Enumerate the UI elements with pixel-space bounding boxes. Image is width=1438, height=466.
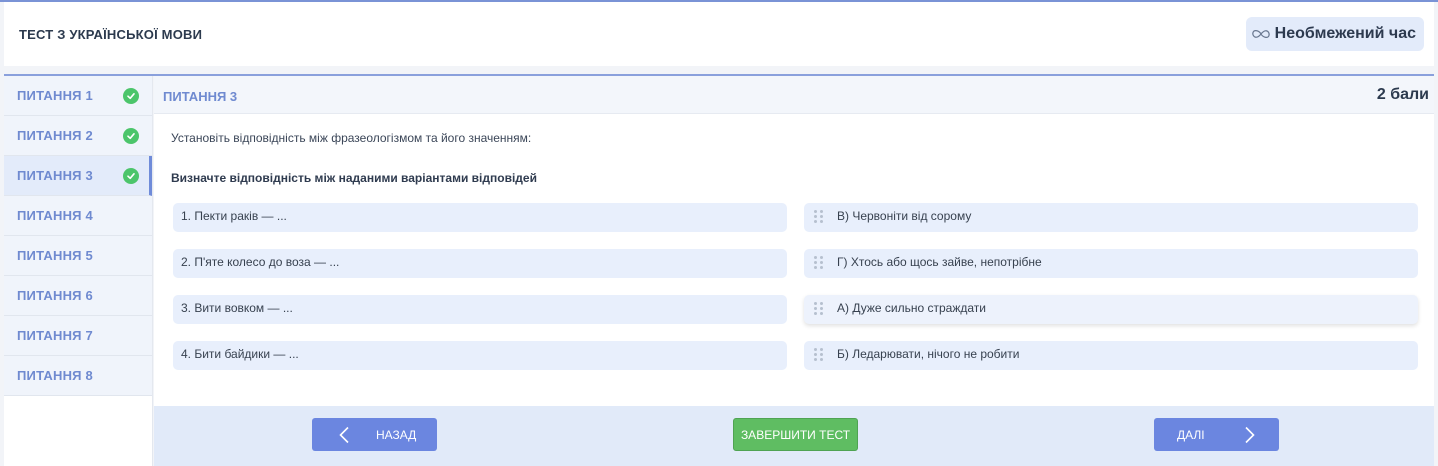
finish-button-label: ЗАВЕРШИТИ ТЕСТ: [740, 427, 851, 442]
question-footer: НАЗАД ЗАВЕРШИТИ ТЕСТ ДАЛІ: [154, 406, 1434, 466]
next-button[interactable]: ДАЛІ: [1154, 418, 1279, 451]
question-instruction: Установіть відповідність між фразеологіз…: [171, 131, 532, 145]
nav-question-label: ПИТАННЯ 7: [17, 328, 93, 343]
question-nav: ПИТАННЯ 1 ПИТАННЯ 2 ПИТАННЯ 3 ПИТАННЯ 4 …: [4, 76, 153, 466]
question-header: ПИТАННЯ 3 2 бали: [154, 76, 1434, 114]
check-icon: [123, 87, 139, 104]
nav-question-label: ПИТАННЯ 2: [17, 128, 93, 143]
back-button-label: НАЗАД: [376, 427, 417, 442]
match-answer-draggable[interactable]: Б) Ледарювати, нічого не робити: [804, 341, 1418, 370]
match-left-item: 2. П'яте колесо до воза — ...: [173, 249, 787, 278]
back-button[interactable]: НАЗАД: [312, 418, 437, 451]
match-answer-text: В) Червоніти від сорому: [837, 209, 972, 223]
timer-badge: Необмежений час: [1245, 17, 1424, 51]
question-prompt: Визначте відповідність між наданими варі…: [171, 171, 537, 185]
drag-handle-icon[interactable]: [814, 210, 824, 225]
match-answer-draggable[interactable]: А) Дуже сильно страждати: [804, 295, 1418, 324]
nav-question-7[interactable]: ПИТАННЯ 7: [4, 316, 152, 356]
nav-question-label: ПИТАННЯ 6: [17, 288, 93, 303]
test-title: ТЕСТ З УКРАЇНСЬКОЇ МОВИ: [19, 27, 203, 42]
chevron-left-icon: [339, 426, 349, 443]
check-icon: [123, 167, 139, 184]
nav-question-4[interactable]: ПИТАННЯ 4: [4, 196, 152, 236]
nav-question-6[interactable]: ПИТАННЯ 6: [4, 276, 152, 316]
nav-question-label: ПИТАННЯ 3: [17, 168, 93, 183]
nav-question-1[interactable]: ПИТАННЯ 1: [4, 76, 152, 116]
drag-handle-icon[interactable]: [814, 302, 824, 317]
match-answer-draggable[interactable]: Г) Хтось або щось зайве, непотрібне: [804, 249, 1418, 278]
drag-handle-icon[interactable]: [814, 256, 824, 271]
nav-question-label: ПИТАННЯ 8: [17, 368, 93, 383]
match-answer-text: А) Дуже сильно страждати: [837, 301, 986, 315]
question-title: ПИТАННЯ 3: [163, 89, 238, 104]
next-button-label: ДАЛІ: [1177, 427, 1205, 442]
match-answer-draggable[interactable]: В) Червоніти від сорому: [804, 203, 1418, 232]
question-points: 2 бали: [1376, 86, 1429, 103]
check-icon: [123, 127, 139, 144]
nav-question-label: ПИТАННЯ 5: [17, 248, 93, 263]
match-answer-text: Г) Хтось або щось зайве, непотрібне: [837, 255, 1042, 269]
match-answer-text: Б) Ледарювати, нічого не робити: [837, 347, 1020, 361]
question-panel: ПИТАННЯ 3 2 бали Установіть відповідніст…: [154, 76, 1434, 406]
match-left-item: 1. Пекти раків — ...: [173, 203, 787, 232]
match-left-item: 4. Бити байдики — ...: [173, 341, 787, 370]
nav-question-2[interactable]: ПИТАННЯ 2: [4, 116, 152, 156]
timer-label: Необмежений час: [1274, 25, 1416, 42]
finish-test-button[interactable]: ЗАВЕРШИТИ ТЕСТ: [733, 418, 858, 451]
chevron-right-icon: [1245, 426, 1255, 443]
test-header: ТЕСТ З УКРАЇНСЬКОЇ МОВИ Необмежений час: [4, 2, 1434, 66]
nav-question-8[interactable]: ПИТАННЯ 8: [4, 356, 152, 396]
infinity-icon: [1251, 30, 1270, 38]
match-left-item: 3. Вити вовком — ...: [173, 295, 787, 324]
nav-question-3[interactable]: ПИТАННЯ 3: [4, 156, 152, 196]
nav-question-label: ПИТАННЯ 1: [17, 88, 93, 103]
drag-handle-icon[interactable]: [814, 348, 824, 363]
nav-question-5[interactable]: ПИТАННЯ 5: [4, 236, 152, 276]
nav-question-label: ПИТАННЯ 4: [17, 208, 93, 223]
